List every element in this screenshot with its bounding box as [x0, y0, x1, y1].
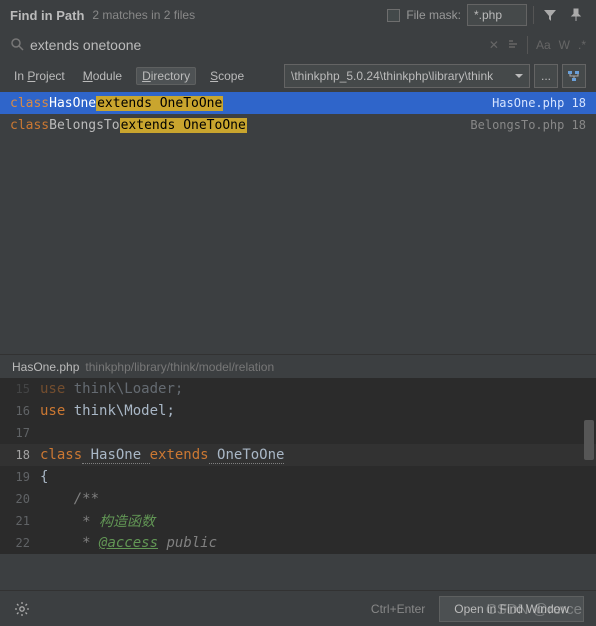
match-count: 2 matches in 2 files — [92, 8, 195, 22]
code-line: 21 * 构造函数 — [0, 510, 596, 532]
preview-path: thinkphp/library/think/model/relation — [85, 360, 274, 374]
divider — [527, 36, 528, 54]
code-preview[interactable]: 15use think\Loader;16use think\Model;171… — [0, 378, 596, 554]
history-icon[interactable] — [507, 38, 519, 53]
code-line: 22 * @access public — [0, 532, 596, 554]
directory-path-text: \thinkphp_5.0.24\thinkphp\library\think — [291, 69, 493, 83]
result-row[interactable]: class HasOne extends OneToOneHasOne.php … — [0, 92, 596, 114]
filemask-checkbox[interactable] — [387, 9, 400, 22]
shortcut-hint: Ctrl+Enter — [371, 602, 425, 616]
code-line: 16use think\Model; — [0, 400, 596, 422]
preview-filename: HasOne.php — [12, 360, 79, 374]
code-line: 17 — [0, 422, 596, 444]
dialog-title: Find in Path — [10, 8, 84, 23]
match-case-toggle[interactable]: Aa — [536, 38, 551, 52]
settings-icon[interactable] — [12, 599, 32, 619]
search-input[interactable] — [30, 37, 489, 53]
pin-icon[interactable] — [566, 5, 586, 25]
code-line: 20 /** — [0, 488, 596, 510]
filemask-label: File mask: — [406, 8, 461, 22]
search-icon — [10, 37, 24, 54]
scope-tab-in-project[interactable]: In Project — [10, 67, 69, 85]
words-toggle[interactable]: W — [559, 38, 570, 52]
scope-tab-directory[interactable]: Directory — [136, 67, 196, 85]
scrollbar[interactable] — [584, 420, 594, 460]
browse-button[interactable]: ... — [534, 64, 558, 88]
filemask-input[interactable] — [467, 4, 527, 26]
code-line: 15use think\Loader; — [0, 378, 596, 400]
result-row[interactable]: class BelongsTo extends OneToOneBelongsT… — [0, 114, 596, 136]
clear-icon[interactable]: ✕ — [489, 38, 499, 52]
scope-tab-scope[interactable]: Scope — [206, 67, 248, 85]
code-line: 18class HasOne extends OneToOne — [0, 444, 596, 466]
divider — [533, 6, 534, 24]
open-find-window-button[interactable]: Open in Find Window — [439, 596, 584, 622]
scope-tab-module[interactable]: Module — [79, 67, 126, 85]
results-empty-area — [0, 136, 596, 354]
directory-path-select[interactable]: \thinkphp_5.0.24\thinkphp\library\think — [284, 64, 530, 88]
code-line: 19{ — [0, 466, 596, 488]
recursive-toggle[interactable] — [562, 64, 586, 88]
regex-toggle[interactable]: .* — [578, 38, 586, 52]
filter-icon[interactable] — [540, 5, 560, 25]
